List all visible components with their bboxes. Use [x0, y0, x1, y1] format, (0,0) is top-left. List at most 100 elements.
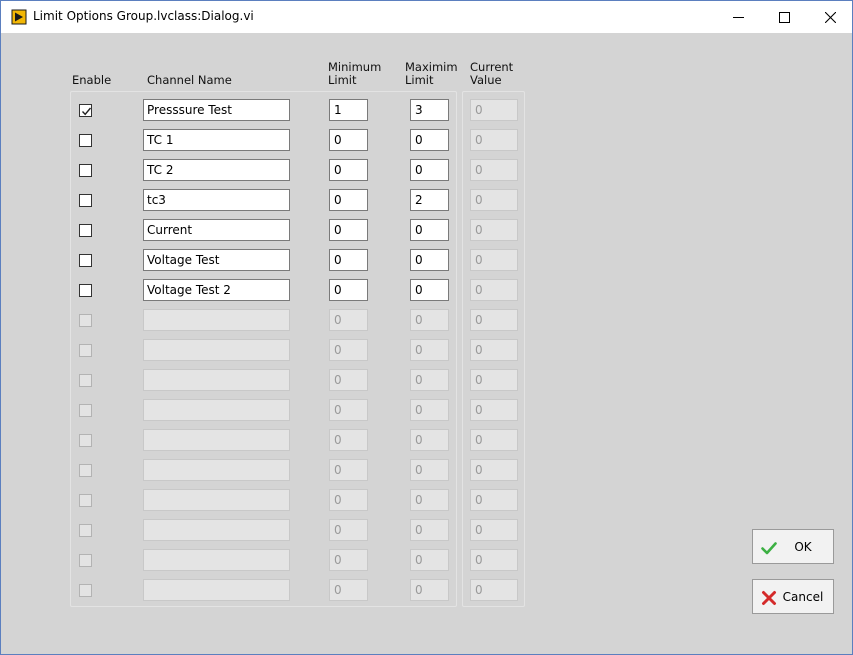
channel-name-field: [143, 429, 290, 451]
current-value-indicator: 0: [470, 279, 518, 301]
enable-checkbox: [79, 314, 92, 327]
enable-checkbox: [79, 404, 92, 417]
channel-name-field[interactable]: tc3: [143, 189, 290, 211]
maximum-limit-field[interactable]: 0: [410, 129, 449, 151]
minimum-limit-field[interactable]: 0: [329, 249, 368, 271]
enable-checkbox[interactable]: [79, 254, 92, 267]
maximum-limit-field[interactable]: 0: [410, 159, 449, 181]
current-value-indicator: 0: [470, 459, 518, 481]
maximum-limit-field: 0: [410, 309, 449, 331]
maximum-limit-field[interactable]: 0: [410, 249, 449, 271]
minimum-limit-field[interactable]: 0: [329, 129, 368, 151]
channel-name-field[interactable]: Presssure Test: [143, 99, 290, 121]
current-value-indicator: 0: [470, 159, 518, 181]
current-value-indicator: 0: [470, 579, 518, 601]
channel-name-field: [143, 489, 290, 511]
enable-checkbox: [79, 464, 92, 477]
maximum-limit-field: 0: [410, 549, 449, 571]
enable-checkbox[interactable]: [79, 224, 92, 237]
maximum-limit-field: 0: [410, 519, 449, 541]
maximize-icon: [778, 11, 790, 23]
channel-name-field[interactable]: Current: [143, 219, 290, 241]
channel-name-field: [143, 459, 290, 481]
current-value-indicator: 0: [470, 429, 518, 451]
maximum-limit-field: 0: [410, 429, 449, 451]
minimum-limit-field[interactable]: 0: [329, 189, 368, 211]
minimum-limit-field: 0: [329, 549, 368, 571]
minimize-icon: [732, 12, 744, 23]
channel-name-field: [143, 519, 290, 541]
enable-checkbox: [79, 554, 92, 567]
current-value-indicator: 0: [470, 219, 518, 241]
enable-checkbox: [79, 344, 92, 357]
maximum-limit-field[interactable]: 0: [410, 279, 449, 301]
enable-checkbox: [79, 524, 92, 537]
header-current-value: Current Value: [470, 61, 513, 87]
enable-checkbox: [79, 374, 92, 387]
channel-name-field[interactable]: TC 2: [143, 159, 290, 181]
maximum-limit-field[interactable]: 2: [410, 189, 449, 211]
current-value-indicator: 0: [470, 249, 518, 271]
header-maximum-limit-line2: Limit: [405, 73, 434, 87]
current-value-indicator: 0: [470, 99, 518, 121]
minimum-limit-field: 0: [329, 459, 368, 481]
header-enable: Enable: [72, 73, 112, 87]
cancel-button[interactable]: Cancel: [752, 579, 834, 614]
title-bar[interactable]: Limit Options Group.lvclass:Dialog.vi: [1, 1, 852, 33]
minimum-limit-field: 0: [329, 579, 368, 601]
enable-checkbox[interactable]: [79, 104, 92, 117]
enable-checkbox: [79, 434, 92, 447]
close-button[interactable]: [807, 1, 853, 33]
minimum-limit-field: 0: [329, 399, 368, 421]
channel-name-field: [143, 579, 290, 601]
channel-name-field: [143, 309, 290, 331]
maximum-limit-field[interactable]: 3: [410, 99, 449, 121]
minimum-limit-field: 0: [329, 339, 368, 361]
minimum-limit-field: 0: [329, 309, 368, 331]
dialog-window: Limit Options Group.lvclass:Dialog.vi En…: [0, 0, 853, 655]
header-maximum-limit: Maximim Limit: [405, 61, 458, 87]
minimize-button[interactable]: [715, 1, 761, 33]
current-value-indicator: 0: [470, 369, 518, 391]
current-value-indicator: 0: [470, 189, 518, 211]
channel-name-field[interactable]: TC 1: [143, 129, 290, 151]
header-current-value-line2: Value: [470, 73, 502, 87]
channel-name-field[interactable]: Voltage Test 2: [143, 279, 290, 301]
minimum-limit-field[interactable]: 0: [329, 159, 368, 181]
maximum-limit-field[interactable]: 0: [410, 219, 449, 241]
current-value-indicator: 0: [470, 489, 518, 511]
cancel-button-label: Cancel: [782, 590, 824, 604]
maximum-limit-field: 0: [410, 459, 449, 481]
enable-checkbox[interactable]: [79, 194, 92, 207]
maximum-limit-field: 0: [410, 339, 449, 361]
current-value-indicator: 0: [470, 519, 518, 541]
channel-name-field[interactable]: Voltage Test: [143, 249, 290, 271]
minimum-limit-field: 0: [329, 489, 368, 511]
minimum-limit-field: 0: [329, 429, 368, 451]
ok-button-label: OK: [794, 540, 812, 554]
current-value-indicator: 0: [470, 339, 518, 361]
channel-name-field: [143, 339, 290, 361]
enable-checkbox[interactable]: [79, 284, 92, 297]
header-channel-name: Channel Name: [147, 73, 232, 87]
ok-button[interactable]: OK: [752, 529, 834, 564]
enable-checkbox: [79, 584, 92, 597]
labview-app-icon: [11, 9, 27, 25]
channel-name-field: [143, 549, 290, 571]
channel-name-field: [143, 369, 290, 391]
minimum-limit-field[interactable]: 1: [329, 99, 368, 121]
maximum-limit-field: 0: [410, 399, 449, 421]
enable-checkbox: [79, 494, 92, 507]
minimum-limit-field[interactable]: 0: [329, 219, 368, 241]
minimum-limit-field: 0: [329, 519, 368, 541]
current-value-indicator: 0: [470, 309, 518, 331]
maximize-button[interactable]: [761, 1, 807, 33]
window-title: Limit Options Group.lvclass:Dialog.vi: [33, 9, 254, 23]
dialog-content: Enable Channel Name Minimum Limit Maximi…: [1, 33, 852, 654]
check-mark-icon: [81, 107, 92, 116]
enable-checkbox[interactable]: [79, 164, 92, 177]
maximum-limit-field: 0: [410, 579, 449, 601]
minimum-limit-field[interactable]: 0: [329, 279, 368, 301]
header-minimum-limit-line2: Limit: [328, 73, 357, 87]
enable-checkbox[interactable]: [79, 134, 92, 147]
